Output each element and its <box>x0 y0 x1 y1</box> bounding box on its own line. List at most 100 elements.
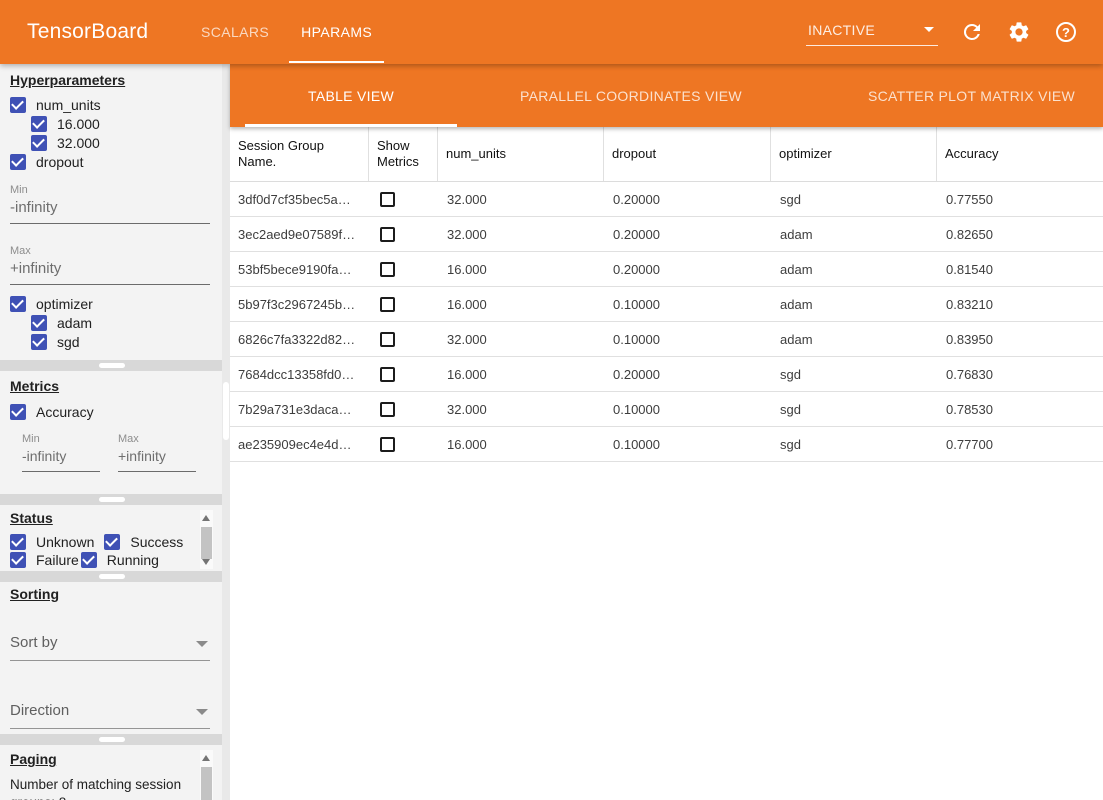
show-metrics-cell <box>368 262 437 277</box>
scroll-up-icon[interactable] <box>202 755 210 761</box>
header-num-units: num_units <box>437 127 603 181</box>
accuracy-cell: 0.82650 <box>936 227 1103 242</box>
show-metrics-cell <box>368 297 437 312</box>
matching-groups-count: Number of matching session groups: 8 <box>10 776 202 800</box>
show-metrics-checkbox[interactable] <box>380 437 395 452</box>
optimizer-adam-label: adam <box>57 315 92 331</box>
show-metrics-checkbox[interactable] <box>380 367 395 382</box>
accuracy-cell: 0.83210 <box>936 297 1103 312</box>
optimizer-cell: adam <box>770 227 936 242</box>
sidebar-scrollbar-thumb[interactable] <box>223 382 229 440</box>
num-units-16-label: 16.000 <box>57 116 100 132</box>
status-failure-checkbox[interactable] <box>10 552 26 568</box>
tab-scatter-plot-matrix-view[interactable]: SCATTER PLOT MATRIX VIEW <box>805 64 1103 127</box>
table-row: ae235909ec4e4d… 16.000 0.10000 sgd 0.777… <box>230 427 1103 462</box>
dropout-min-label: Min <box>10 184 222 196</box>
sort-by-select[interactable]: Sort by <box>10 634 210 661</box>
status-scrollbar[interactable] <box>200 510 213 569</box>
num-units-label: num_units <box>36 97 101 113</box>
optimizer-sgd-label: sgd <box>57 334 80 350</box>
show-metrics-cell <box>368 367 437 382</box>
dropout-cell: 0.20000 <box>603 367 770 382</box>
settings-button[interactable] <box>1006 19 1032 45</box>
num-units-32-checkbox[interactable] <box>31 135 47 151</box>
optimizer-checkbox[interactable] <box>10 296 26 312</box>
optimizer-cell: adam <box>770 332 936 347</box>
sorting-pane: Sorting Sort by Direction <box>0 582 222 734</box>
top-app-bar: TensorBoard SCALARS HPARAMS INACTIVE ? <box>0 0 1103 64</box>
show-metrics-checkbox[interactable] <box>380 402 395 417</box>
help-button[interactable]: ? <box>1053 19 1079 45</box>
tab-hparams[interactable]: HPARAMS <box>285 0 388 64</box>
accuracy-max-label: Max <box>118 433 196 445</box>
hparam-value-row: sgd <box>31 333 222 351</box>
pane-resize-handle[interactable] <box>99 737 125 742</box>
show-metrics-checkbox[interactable] <box>380 332 395 347</box>
direction-select[interactable]: Direction <box>10 702 210 729</box>
optimizer-adam-checkbox[interactable] <box>31 315 47 331</box>
status-running-checkbox[interactable] <box>81 552 97 568</box>
sidebar-scrollbar[interactable] <box>222 64 230 800</box>
session-group-name: ae235909ec4e4d… <box>230 437 368 452</box>
hparam-optimizer-row: optimizer <box>10 295 222 313</box>
status-running-label: Running <box>107 552 159 568</box>
dropout-max-label: Max <box>10 245 222 257</box>
paging-scrollbar[interactable] <box>200 750 213 800</box>
status-checkbox-grid: Unknown Success Failure Running <box>10 533 222 569</box>
tab-scalars[interactable]: SCALARS <box>185 0 285 64</box>
chevron-down-icon <box>924 27 934 32</box>
num-units-cell: 16.000 <box>437 262 603 277</box>
pane-resize-handle[interactable] <box>99 363 125 368</box>
accuracy-min-label: Min <box>22 433 100 445</box>
sorting-heading: Sorting <box>10 586 222 602</box>
show-metrics-checkbox[interactable] <box>380 297 395 312</box>
app-title: TensorBoard <box>27 20 148 44</box>
status-success-label: Success <box>130 534 183 550</box>
tab-table-view[interactable]: TABLE VIEW <box>245 64 457 127</box>
num-units-16-checkbox[interactable] <box>31 116 47 132</box>
dropout-cell: 0.10000 <box>603 437 770 452</box>
optimizer-sgd-checkbox[interactable] <box>31 334 47 350</box>
dropout-max-input[interactable]: +infinity <box>10 257 210 285</box>
scroll-up-icon[interactable] <box>202 515 210 521</box>
paging-scrollbar-thumb[interactable] <box>201 767 212 800</box>
show-metrics-checkbox[interactable] <box>380 227 395 242</box>
view-tab-bar: TABLE VIEW PARALLEL COORDINATES VIEW SCA… <box>230 64 1103 127</box>
accuracy-min-input[interactable]: -infinity <box>22 445 100 472</box>
accuracy-cell: 0.76830 <box>936 367 1103 382</box>
status-success-item: Success <box>104 534 193 550</box>
num-units-checkbox[interactable] <box>10 97 26 113</box>
header-accuracy: Accuracy <box>936 127 1103 181</box>
dropout-cell: 0.20000 <box>603 192 770 207</box>
accuracy-cell: 0.83950 <box>936 332 1103 347</box>
status-success-checkbox[interactable] <box>104 534 120 550</box>
accuracy-cell: 0.81540 <box>936 262 1103 277</box>
scroll-down-icon[interactable] <box>202 559 210 565</box>
status-scrollbar-thumb[interactable] <box>201 527 212 559</box>
show-metrics-checkbox[interactable] <box>380 192 395 207</box>
accuracy-cell: 0.77700 <box>936 437 1103 452</box>
accuracy-checkbox[interactable] <box>10 404 26 420</box>
table-row: 3df0d7cf35bec5a… 32.000 0.20000 sgd 0.77… <box>230 182 1103 217</box>
dropout-min-input[interactable]: -infinity <box>10 196 210 224</box>
pane-resize-handle[interactable] <box>99 574 125 579</box>
metric-accuracy-row: Accuracy <box>10 403 222 421</box>
pane-resize-handle[interactable] <box>99 497 125 502</box>
paging-pane: Paging Number of matching session groups… <box>0 745 222 800</box>
optimizer-cell: sgd <box>770 192 936 207</box>
optimizer-label: optimizer <box>36 296 93 312</box>
paging-heading: Paging <box>10 751 222 767</box>
hparams-main-view: TABLE VIEW PARALLEL COORDINATES VIEW SCA… <box>230 64 1103 800</box>
header-optimizer: optimizer <box>770 127 936 181</box>
show-metrics-checkbox[interactable] <box>380 262 395 277</box>
refresh-button[interactable] <box>959 19 985 45</box>
header-show-metrics: Show Metrics <box>368 127 437 181</box>
status-select[interactable]: INACTIVE <box>806 18 938 46</box>
accuracy-max-input[interactable]: +infinity <box>118 445 196 472</box>
dropout-checkbox[interactable] <box>10 154 26 170</box>
dropout-cell: 0.10000 <box>603 332 770 347</box>
session-group-name: 7b29a731e3daca… <box>230 402 368 417</box>
tab-parallel-coordinates-view[interactable]: PARALLEL COORDINATES VIEW <box>457 64 805 127</box>
status-unknown-checkbox[interactable] <box>10 534 26 550</box>
status-pane: Status Unknown Success Failure <box>0 505 222 571</box>
